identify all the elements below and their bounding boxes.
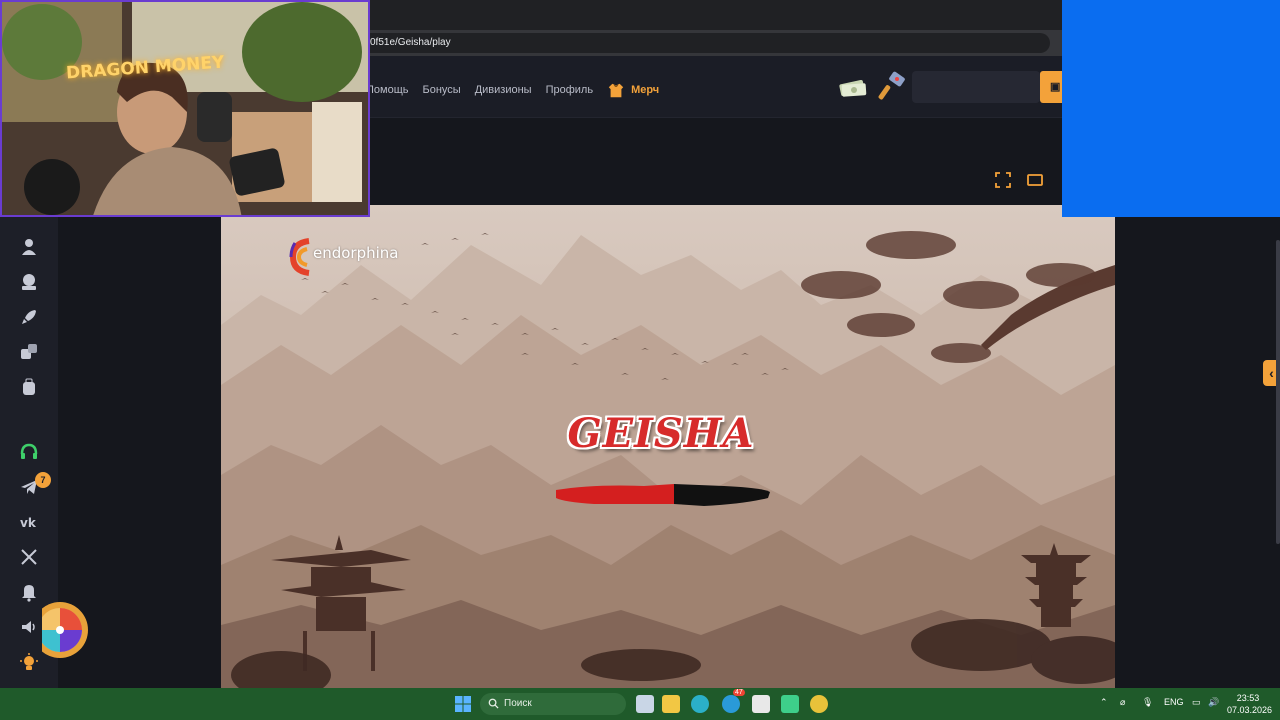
joystick-icon[interactable] xyxy=(18,271,40,293)
search-icon xyxy=(488,698,499,709)
hoodie-icon xyxy=(608,83,624,98)
nav-divisions[interactable]: Дивизионы xyxy=(475,84,532,96)
svg-text:vk: vk xyxy=(20,516,37,530)
x-app-icon[interactable] xyxy=(752,695,770,713)
network-icon[interactable]: ⌀ xyxy=(1120,697,1125,708)
game-title: GEISHA xyxy=(567,410,755,457)
provider-name: endorphina xyxy=(313,244,399,262)
telegram-taskbar-badge: 47 xyxy=(733,689,745,696)
bulb-icon[interactable] xyxy=(18,651,40,673)
theater-mode-icon[interactable] xyxy=(1026,171,1044,189)
x-icon[interactable] xyxy=(18,546,40,568)
webcam-overlay: DRAGON MONEY xyxy=(0,0,370,217)
chrome-icon[interactable] xyxy=(810,695,828,713)
stream-overlay-box xyxy=(1062,0,1280,217)
clock-date: 07.03.2026 xyxy=(1227,705,1273,715)
nav-merch-label: Мерч xyxy=(631,84,660,96)
telegram-badge: 7 xyxy=(35,472,51,488)
tray-chevron-icon[interactable]: ⌃ xyxy=(1100,697,1108,708)
edge-icon[interactable] xyxy=(691,695,709,713)
url-text: 0f51e/Geisha/play xyxy=(370,37,451,48)
display-icon[interactable]: ▭ xyxy=(1192,697,1201,708)
rocket-icon[interactable] xyxy=(18,306,40,328)
fortune-wheel-icon[interactable] xyxy=(42,598,90,662)
loading-bar xyxy=(556,484,770,506)
task-view-icon[interactable] xyxy=(636,695,654,713)
language-indicator[interactable]: ENG xyxy=(1164,697,1184,707)
sound-icon[interactable] xyxy=(18,616,40,638)
mic-icon[interactable]: 🎙 xyxy=(1142,697,1153,708)
webcam-scene xyxy=(2,2,368,215)
app-icon[interactable] xyxy=(781,695,799,713)
headset-icon[interactable] xyxy=(18,441,40,463)
clock-time: 23:53 xyxy=(1236,693,1260,703)
bell-icon[interactable] xyxy=(18,581,40,603)
game-view-controls xyxy=(994,171,1044,189)
header-input[interactable] xyxy=(912,71,1040,103)
nav-profile[interactable]: Профиль xyxy=(546,84,594,96)
main-nav: Помощь Бонусы Дивизионы Профиль Мерч xyxy=(366,81,659,99)
backpack-icon[interactable] xyxy=(18,376,40,398)
fullscreen-icon[interactable] xyxy=(994,171,1012,189)
nav-help[interactable]: Помощь xyxy=(366,84,409,96)
page-scrollbar[interactable] xyxy=(1276,240,1280,544)
provider-badge: endorphina xyxy=(287,235,399,279)
header-promo-icons xyxy=(836,70,908,104)
file-explorer-icon[interactable] xyxy=(662,695,680,713)
money-icon[interactable] xyxy=(836,70,870,104)
header-button[interactable]: ▣ xyxy=(1040,71,1064,103)
system-clock[interactable]: 23:53 07.03.2026 xyxy=(1227,692,1273,716)
volume-icon[interactable]: 🔊 xyxy=(1208,697,1219,708)
nav-bonuses[interactable]: Бонусы xyxy=(423,84,461,96)
windows-start-icon[interactable] xyxy=(455,696,471,712)
taskbar-search[interactable]: Поиск xyxy=(480,693,626,715)
dice-icon[interactable] xyxy=(18,341,40,363)
telegram-taskbar-icon[interactable] xyxy=(722,695,740,713)
screen: { "browser": { "url": "0f51e/Geisha/play… xyxy=(0,0,1280,720)
nav-merch[interactable]: Мерч xyxy=(607,81,659,99)
hammer-icon[interactable] xyxy=(874,70,908,104)
user-icon[interactable] xyxy=(18,236,40,258)
vk-icon[interactable]: vk xyxy=(18,511,40,533)
game-frame[interactable]: endorphina GEISHA xyxy=(221,205,1115,688)
taskbar-search-placeholder: Поиск xyxy=(504,698,532,709)
windows-taskbar: Поиск 47 ⌃ ⌀ 🎙 ENG ▭ 🔊 23:53 07.03.2026 xyxy=(0,688,1280,720)
